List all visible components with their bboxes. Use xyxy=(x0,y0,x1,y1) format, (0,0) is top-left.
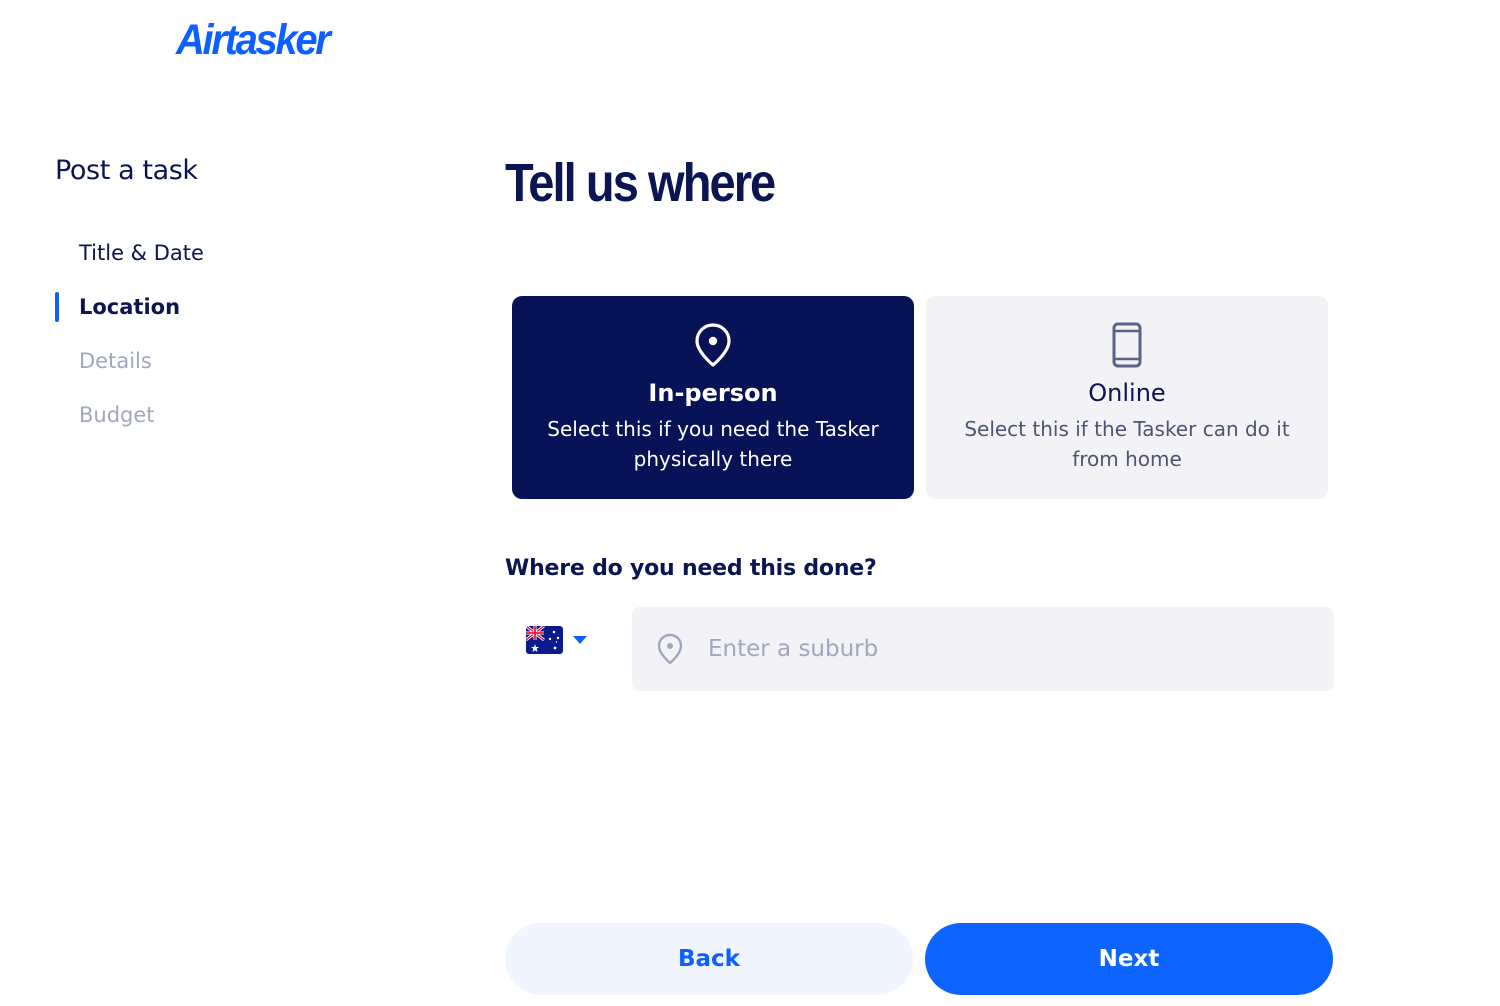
next-button[interactable]: Next xyxy=(925,923,1333,995)
option-in-person[interactable]: In-person Select this if you need the Ta… xyxy=(512,296,914,499)
step-label: Title & Date xyxy=(79,241,204,265)
page-title: Tell us where xyxy=(505,153,776,213)
option-online[interactable]: Online Select this if the Tasker can do … xyxy=(926,296,1328,499)
sidebar-title: Post a task xyxy=(55,155,198,186)
post-task-page: Airtasker Post a task Title & Date Locat… xyxy=(0,0,1500,1006)
option-title: Online xyxy=(1088,379,1166,407)
map-pin-icon xyxy=(695,323,731,367)
suburb-field[interactable] xyxy=(632,607,1334,691)
progress-steps: Title & Date Location Details Budget xyxy=(55,238,204,454)
step-label: Details xyxy=(79,349,152,373)
option-description: Select this if you need the Tasker physi… xyxy=(547,417,879,471)
step-details: Details xyxy=(55,346,204,400)
australia-flag-icon xyxy=(526,626,563,654)
step-label: Location xyxy=(79,295,181,319)
option-title: In-person xyxy=(648,379,778,407)
back-button[interactable]: Back xyxy=(505,923,913,995)
step-title-date[interactable]: Title & Date xyxy=(55,238,204,292)
caret-down-icon xyxy=(573,636,587,644)
step-budget: Budget xyxy=(55,400,204,454)
step-label: Budget xyxy=(79,403,155,427)
suburb-input[interactable] xyxy=(708,607,1308,691)
active-step-indicator xyxy=(55,292,59,322)
country-selector[interactable] xyxy=(526,625,592,655)
step-location[interactable]: Location xyxy=(55,292,204,346)
option-description: Select this if the Tasker can do it from… xyxy=(964,417,1290,471)
airtasker-logo[interactable]: Airtasker xyxy=(176,14,331,66)
location-question: Where do you need this done? xyxy=(505,556,877,581)
smartphone-icon xyxy=(1112,322,1142,368)
map-pin-icon xyxy=(657,633,683,665)
